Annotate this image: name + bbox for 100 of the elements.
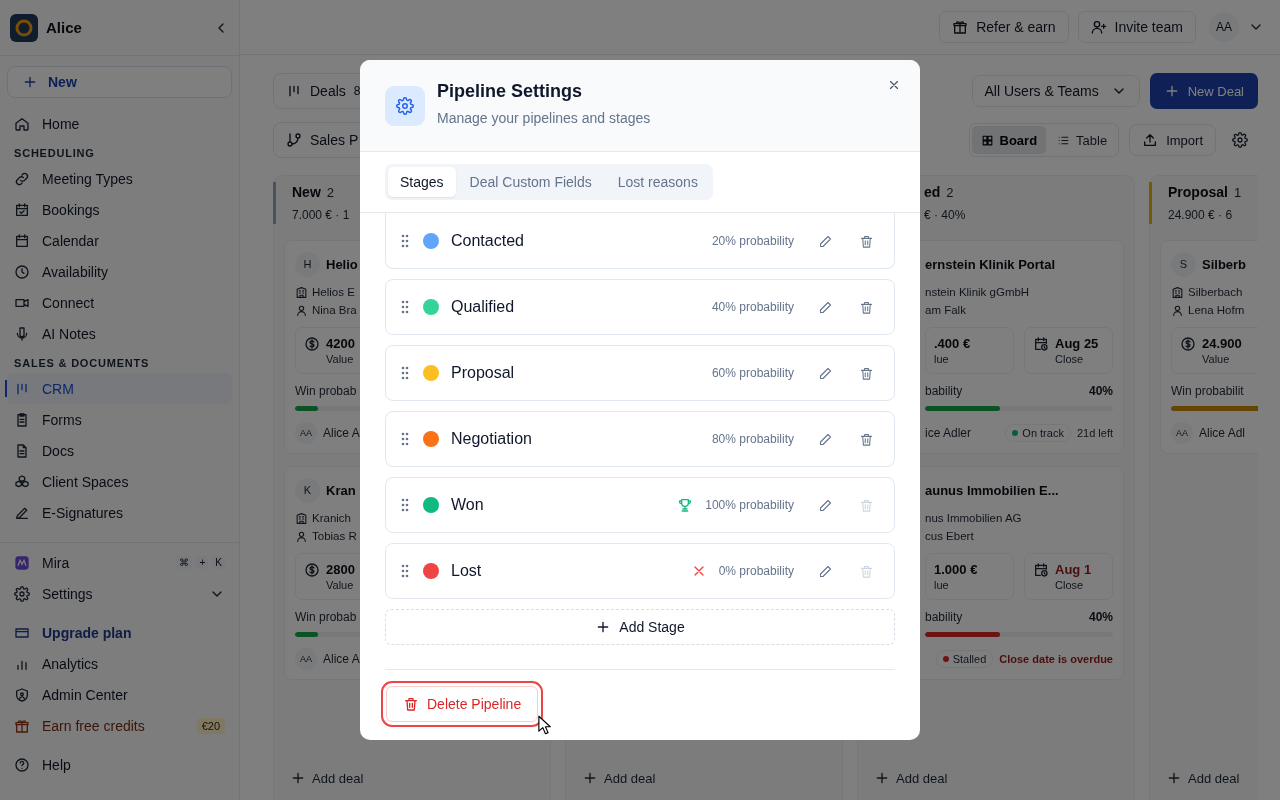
user-icon (1171, 303, 1184, 317)
edit-icon[interactable] (818, 233, 833, 249)
sidebar-item[interactable]: Docs (7, 435, 232, 466)
dollar-icon (304, 336, 320, 352)
sidebar-item[interactable]: Analytics (7, 648, 232, 679)
add-deal-button[interactable]: Add deal (284, 758, 370, 800)
drag-handle-icon[interactable] (401, 234, 409, 248)
owner-name: Alice A (323, 652, 360, 666)
view-toggle[interactable]: Board (971, 126, 1047, 154)
delete-icon[interactable] (859, 299, 874, 315)
dialog-tab[interactable]: Stages (388, 167, 456, 197)
header-button[interactable]: Invite team (1077, 11, 1196, 43)
credit-badge: €20 (196, 717, 225, 734)
settings-item[interactable]: Settings (7, 578, 232, 609)
sidebar-item[interactable]: Upgrade plan (7, 617, 232, 648)
sidebar-item[interactable]: CRM (7, 373, 232, 404)
dollar-icon (1180, 336, 1196, 352)
stage-name: Won (451, 496, 484, 514)
dialog-tab[interactable]: Lost reasons (605, 167, 710, 197)
user-icon (295, 303, 308, 317)
edit-icon[interactable] (818, 563, 833, 579)
cubes-icon (14, 473, 30, 490)
add-deal-button[interactable]: Add deal (868, 758, 954, 800)
help-icon (14, 756, 30, 773)
dialog-tab[interactable]: Deal Custom Fields (457, 167, 604, 197)
sidebar-item[interactable]: AI Notes (7, 318, 232, 349)
section-heading: SCHEDULING (13, 146, 96, 161)
sidebar-item[interactable]: Home (7, 108, 232, 139)
grid-icon (980, 133, 994, 147)
edit-icon[interactable] (818, 431, 833, 447)
app-logo (10, 13, 38, 42)
drag-handle-icon[interactable] (401, 498, 409, 512)
sidebar-item[interactable]: Bookings (7, 194, 232, 225)
sidebar-item[interactable]: Help (7, 749, 232, 780)
edit-icon[interactable] (818, 299, 833, 315)
value-label: Value (326, 579, 355, 591)
building-icon (1171, 285, 1184, 299)
calendar-clock-icon (1033, 562, 1049, 578)
user-avatar[interactable]: AA (1209, 12, 1239, 42)
shortcut-key: + (196, 556, 209, 569)
add-deal-button[interactable]: Add deal (1160, 758, 1246, 800)
plus-icon (22, 74, 38, 90)
owner-name: Alice Adl (1199, 426, 1246, 440)
sidebar-item[interactable]: Meeting Types (7, 163, 232, 194)
filter-dropdown[interactable]: All Users & Teams (971, 75, 1140, 107)
sidebar-item[interactable]: Earn free credits €20 (7, 710, 232, 741)
sidebar-item[interactable]: Calendar (7, 225, 232, 256)
owner-name: ice Adler (925, 426, 972, 440)
sidebar-item[interactable]: E-Signatures (7, 497, 232, 528)
owner-avatar: AA (1171, 422, 1193, 444)
delete-icon[interactable] (859, 233, 874, 249)
calendar-clock-icon (1033, 336, 1049, 352)
drag-handle-icon[interactable] (401, 564, 409, 578)
sidebar-item[interactable]: Connect (7, 287, 232, 318)
microphone-icon (14, 325, 30, 342)
drag-handle-icon[interactable] (401, 300, 409, 314)
add-stage-button[interactable]: Add Stage (385, 609, 895, 645)
company-name: nus Immobilien AG (925, 512, 1022, 524)
close-date: Aug 25 (1055, 336, 1099, 351)
sidebar-item[interactable]: Client Spaces (7, 466, 232, 497)
settings-icon[interactable] (1232, 132, 1248, 148)
sidebar-item[interactable]: Admin Center (7, 679, 232, 710)
drag-handle-icon[interactable] (401, 366, 409, 380)
probability-label: Win probabilit (1171, 384, 1244, 398)
workspace-name: Alice (46, 19, 83, 36)
column-summary: 7.000 € · 1 (292, 208, 351, 222)
new-deal-button[interactable]: New Deal (1149, 73, 1258, 109)
trash-icon (403, 696, 419, 712)
close-icon[interactable] (887, 78, 901, 92)
deal-title: Helio (326, 256, 358, 272)
stage-probability: 40% probability (711, 300, 794, 314)
view-toggle[interactable]: Table (1048, 126, 1117, 154)
delete-icon[interactable] (859, 431, 874, 447)
column-title: ed (924, 184, 941, 200)
drag-handle-icon[interactable] (401, 432, 409, 446)
import-button[interactable]: Import (1129, 124, 1216, 156)
sidebar-item[interactable]: Availability (7, 256, 232, 287)
add-deal-button[interactable]: Add deal (576, 758, 662, 800)
sidebar-item[interactable]: Forms (7, 404, 232, 435)
new-button[interactable]: New (7, 66, 232, 98)
shortcut-key: K (212, 556, 225, 569)
header-button[interactable]: Refer & earn (939, 11, 1069, 43)
assistant-item[interactable]: Mira ⌘ + K (7, 547, 232, 578)
gift-icon (952, 19, 969, 35)
stage-probability: 100% probability (705, 498, 794, 512)
building-icon (295, 511, 308, 525)
company-name: Helios E (312, 286, 355, 298)
user-icon (295, 529, 308, 543)
column-summary: € · 40% (924, 208, 967, 222)
company-name: nstein Klinik gGmbH (925, 286, 1030, 298)
section-heading: SALES & DOCUMENTS (13, 356, 151, 371)
edit-icon[interactable] (818, 365, 833, 381)
deal-card[interactable]: S Silberb Silberbach Lena Hofm 24.900 Value Win probabilit AA Alice Adl (1160, 240, 1258, 454)
stage-name: Lost (451, 562, 482, 580)
company-avatar: H (295, 251, 320, 277)
delete-icon[interactable] (859, 365, 874, 381)
stage-name: Qualified (451, 298, 515, 316)
edit-icon[interactable] (818, 497, 833, 513)
sparkle-logo-icon (14, 554, 30, 571)
branch-icon (286, 132, 302, 148)
